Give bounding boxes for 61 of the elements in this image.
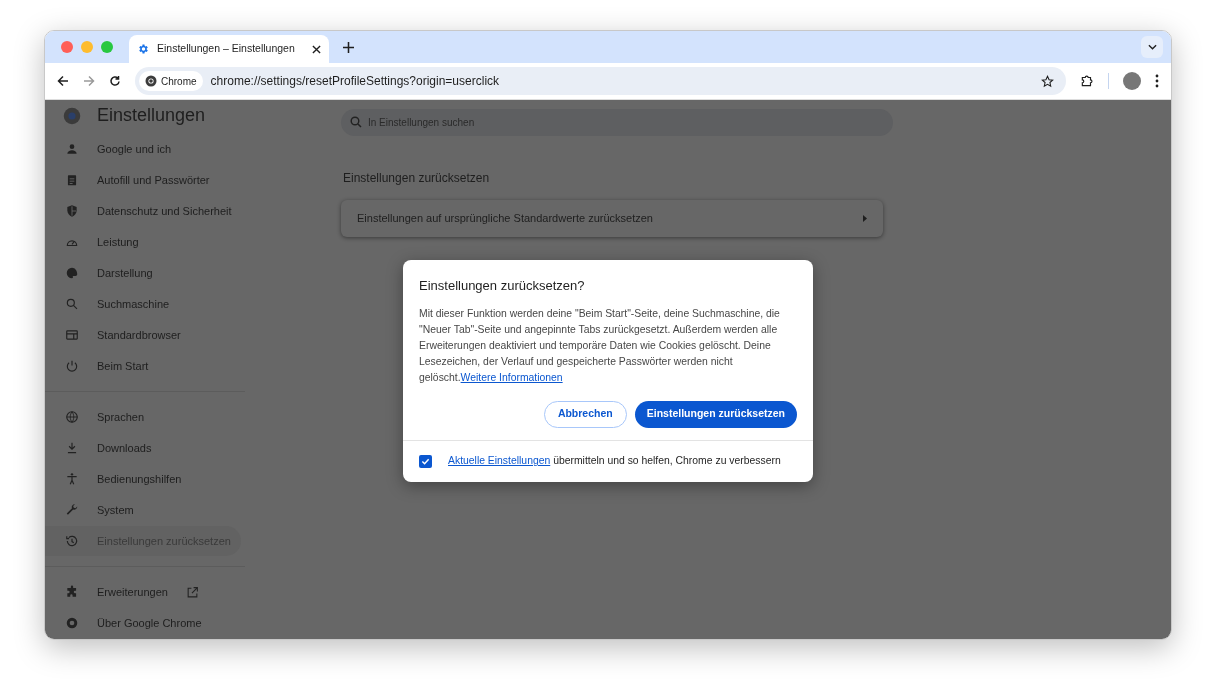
sidebar-item-icon: [65, 142, 79, 156]
sidebar-item[interactable]: Beim Start: [45, 351, 241, 381]
sidebar-item[interactable]: Sprachen: [45, 402, 241, 432]
sidebar-item-icon: [65, 410, 79, 424]
report-consent-text: Aktuelle Einstellungen übermitteln und so helfen, Chrome zu verbessern: [448, 454, 781, 469]
puzzle-piece-icon[interactable]: [1080, 74, 1094, 88]
more-menu-icon[interactable]: [1155, 74, 1159, 88]
dialog-body-text: Mit dieser Funktion werden deine "Beim Start"-Seite, deine Suchmaschine, die "Neuer Tab"-Seite und angepinnte Tabs zurückgesetzt. Außerdem werden alle Erweiterungen deaktiviert und temporäre Daten wie Cookies gelöscht. Deine Lesezeichen, der Verlauf und gespeicherte Passwörter werden nicht gelöscht.Weitere Informationen: [419, 306, 781, 385]
sidebar-item[interactable]: Autofill und Passwörter: [45, 165, 241, 195]
sidebar-item[interactable]: Google und ich: [45, 134, 241, 164]
chrome-logo-icon: [63, 106, 81, 125]
sidebar-item-icon: [65, 616, 79, 630]
sidebar-item[interactable]: System: [45, 495, 241, 525]
checkmark-icon: [421, 456, 430, 466]
sidebar-item-icon: [65, 503, 79, 517]
sidebar-item-icon: [65, 585, 79, 599]
chrome-logo-icon: [145, 75, 157, 87]
sidebar-item[interactable]: Downloads: [45, 433, 241, 463]
star-icon[interactable]: [1041, 74, 1054, 88]
sidebar-title: Einstellungen: [97, 104, 206, 127]
checkbox[interactable]: [419, 454, 432, 468]
sidebar-item-icon: [65, 328, 79, 342]
sidebar-item-icon: [65, 266, 79, 280]
reload-icon[interactable]: [109, 75, 121, 87]
confirm-button[interactable]: Einstellungen zurücksetzen: [634, 400, 797, 428]
sidebar-item[interactable]: Standardbrowser: [45, 320, 241, 350]
search-icon: [350, 116, 362, 128]
address-bar[interactable]: Chrome chrome://settings/resetProfileSettings?origin=userclick: [135, 67, 1066, 95]
sidebar-item-icon: [65, 204, 79, 218]
site-chip[interactable]: Chrome: [139, 71, 203, 91]
caret-right-icon: [863, 215, 867, 222]
dialog-title: Einstellungen zurücksetzen?: [419, 277, 586, 295]
cancel-button[interactable]: Abbrechen: [543, 400, 627, 428]
gear-icon: [137, 43, 149, 55]
close-icon[interactable]: [312, 44, 321, 54]
chevron-down-icon: [1147, 44, 1157, 50]
reset-settings-row[interactable]: Einstellungen auf ursprüngliche Standardwerte zurücksetzen: [341, 200, 883, 237]
tab-title: Einstellungen – Einstellungen: [157, 41, 296, 57]
sidebar-item[interactable]: Über Google Chrome: [45, 608, 241, 638]
sidebar-item-icon: [65, 359, 79, 373]
section-heading: Einstellungen zurücksetzen: [343, 170, 491, 187]
sidebar-item-icon: [65, 297, 79, 311]
back-arrow-icon[interactable]: [57, 75, 69, 87]
more-info-link[interactable]: Weitere Informationen: [460, 371, 563, 383]
sidebar-item[interactable]: Darstellung: [45, 258, 241, 288]
new-tab-icon[interactable]: [343, 42, 354, 53]
external-link-icon: [185, 585, 199, 599]
sidebar-item-icon: [65, 472, 79, 486]
sidebar-item[interactable]: Datenschutz und Sicherheit: [45, 196, 241, 226]
sidebar-item[interactable]: Erweiterungen: [45, 577, 241, 607]
sidebar-item[interactable]: Bedienungshilfen: [45, 464, 241, 494]
sidebar-item[interactable]: Suchmaschine: [45, 289, 241, 319]
sidebar-item-icon: [65, 173, 79, 187]
profile-avatar[interactable]: [1123, 72, 1141, 90]
current-settings-link[interactable]: Aktuelle Einstellungen: [448, 455, 551, 467]
url-text: chrome://settings/resetProfileSettings?origin=userclick: [210, 73, 501, 90]
sidebar-item-icon: [65, 441, 79, 455]
sidebar-item[interactable]: Leistung: [45, 227, 241, 257]
browser-tab[interactable]: Einstellungen – Einstellungen: [129, 35, 329, 63]
sidebar-item-icon: [65, 534, 79, 548]
tab-search-button[interactable]: [1141, 36, 1163, 58]
